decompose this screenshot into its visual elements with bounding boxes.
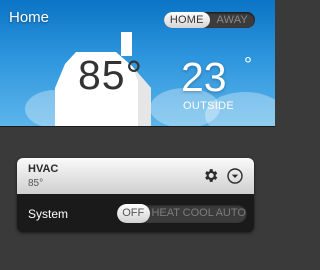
home-mode-option[interactable]: HOME (164, 12, 210, 28)
home-away-toggle[interactable]: HOME AWAY (164, 12, 255, 28)
page-title: Home (9, 9, 50, 26)
system-label: System (28, 207, 69, 221)
hvac-title: HVAC (28, 163, 59, 175)
system-off-option[interactable]: OFF (117, 204, 150, 223)
indoor-temperature: 85° (78, 52, 144, 98)
away-mode-option[interactable]: AWAY (210, 12, 256, 28)
gear-icon[interactable] (202, 167, 219, 184)
system-heat-option[interactable]: HEAT (150, 204, 183, 223)
system-auto-option[interactable]: AUTO (215, 204, 248, 223)
hvac-current-temp: 85° (28, 178, 44, 189)
hvac-card-header: HVAC 85° (17, 158, 254, 194)
chevron-down-icon[interactable] (227, 168, 243, 184)
outdoor-temperature: 23 (181, 54, 227, 100)
hvac-card: HVAC 85° System OFF HEAT COOL AUTO (17, 158, 254, 232)
outdoor-label: OUTSIDE (183, 100, 234, 112)
outdoor-degree-symbol: ° (244, 54, 252, 76)
system-cool-option[interactable]: COOL (182, 204, 215, 223)
weather-header: Home HOME AWAY 85° 23 ° OUTSIDE (0, 0, 275, 127)
system-mode-selector[interactable]: OFF HEAT COOL AUTO (117, 204, 247, 223)
